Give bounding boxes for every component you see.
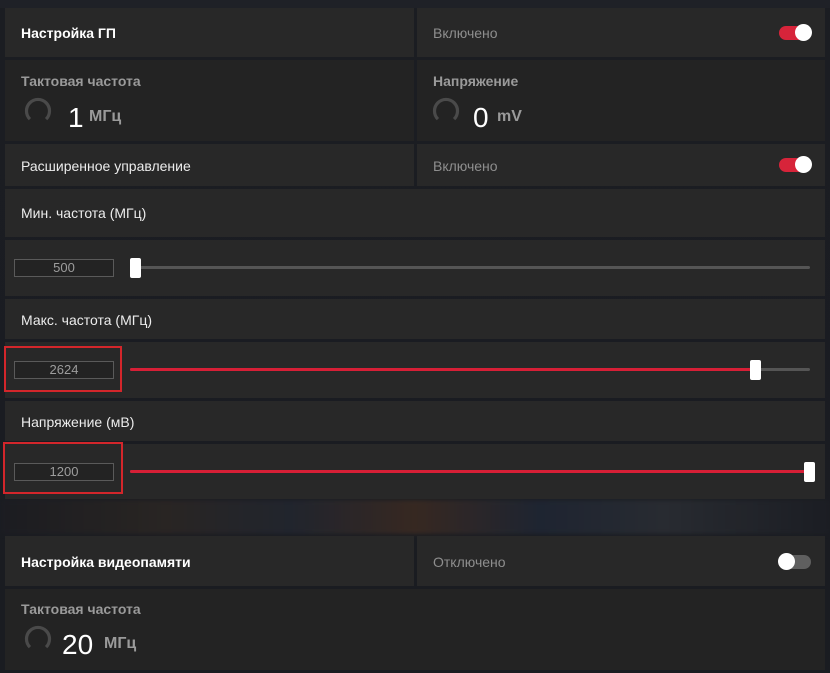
gpu-tuning-header: Настройка ГП <box>5 8 414 57</box>
voltage-header: Напряжение (мВ) <box>5 401 825 441</box>
gauge-icon <box>432 97 460 121</box>
gpu-voltage-metric: Напряжение 0 mV <box>417 60 825 141</box>
voltage-slider-fill <box>130 470 810 473</box>
gpu-tuning-title: Настройка ГП <box>21 25 116 41</box>
vram-tuning-header: Настройка видеопамяти <box>5 536 414 586</box>
advanced-control-row: Расширенное управление <box>5 144 414 186</box>
gauge-icon <box>24 97 52 121</box>
app-window: Настройка ГП Включено Тактовая частота 1… <box>0 0 830 673</box>
max-freq-slider-fill <box>130 368 756 371</box>
max-freq-slider-thumb[interactable] <box>750 360 762 380</box>
toggle-knob <box>795 156 812 173</box>
gpu-clock-metric: Тактовая частота 1 МГц <box>5 60 414 141</box>
background-top-strip <box>0 0 830 8</box>
background-blur-strip <box>0 500 830 534</box>
gauge-icon <box>24 625 52 649</box>
vram-clock-label: Тактовая частота <box>21 601 141 617</box>
toggle-knob <box>795 24 812 41</box>
gpu-clock-label: Тактовая частота <box>21 73 141 89</box>
vram-tuning-status: Отключено <box>417 536 825 586</box>
gpu-voltage-value: 0 <box>473 102 489 133</box>
gpu-clock-value: 1 <box>68 102 84 133</box>
max-freq-header: Макс. частота (МГц) <box>5 299 825 339</box>
max-freq-label: Макс. частота (МГц) <box>21 312 152 328</box>
max-freq-control: 2624 <box>5 342 825 398</box>
vram-tuning-state: Отключено <box>433 554 506 570</box>
toggle-knob <box>778 553 795 570</box>
vram-clock-unit: МГц <box>104 635 137 652</box>
min-freq-control: 500 <box>5 240 825 296</box>
vram-clock-metric: Тактовая частота 20 МГц <box>5 589 825 670</box>
voltage-slider-thumb[interactable] <box>804 462 815 482</box>
gpu-voltage-unit: mV <box>497 108 522 125</box>
voltage-input-highlight <box>3 442 123 494</box>
min-freq-label: Мин. частота (МГц) <box>21 205 147 221</box>
advanced-control-state: Включено <box>433 158 498 174</box>
max-freq-input-highlight <box>4 346 122 392</box>
min-freq-slider-track[interactable] <box>130 266 810 269</box>
voltage-slider-track[interactable] <box>130 470 810 473</box>
voltage-control: 1200 <box>5 444 825 499</box>
max-freq-slider-track[interactable] <box>130 368 810 371</box>
vram-tuning-title: Настройка видеопамяти <box>21 554 191 570</box>
advanced-control-label: Расширенное управление <box>21 158 191 174</box>
min-freq-slider-thumb[interactable] <box>130 258 141 278</box>
gpu-tuning-status: Включено <box>417 8 825 57</box>
gpu-clock-unit: МГц <box>89 108 122 125</box>
min-freq-input[interactable]: 500 <box>14 259 114 277</box>
advanced-control-toggle[interactable] <box>779 156 812 173</box>
gpu-tuning-state: Включено <box>433 25 498 41</box>
voltage-label: Напряжение (мВ) <box>21 414 135 430</box>
vram-clock-value: 20 <box>62 629 94 660</box>
gpu-tuning-toggle[interactable] <box>779 24 812 41</box>
gpu-voltage-label: Напряжение <box>433 73 519 89</box>
vram-tuning-toggle[interactable] <box>778 553 811 570</box>
min-freq-header: Мин. частота (МГц) <box>5 189 825 237</box>
advanced-control-status: Включено <box>417 144 825 186</box>
